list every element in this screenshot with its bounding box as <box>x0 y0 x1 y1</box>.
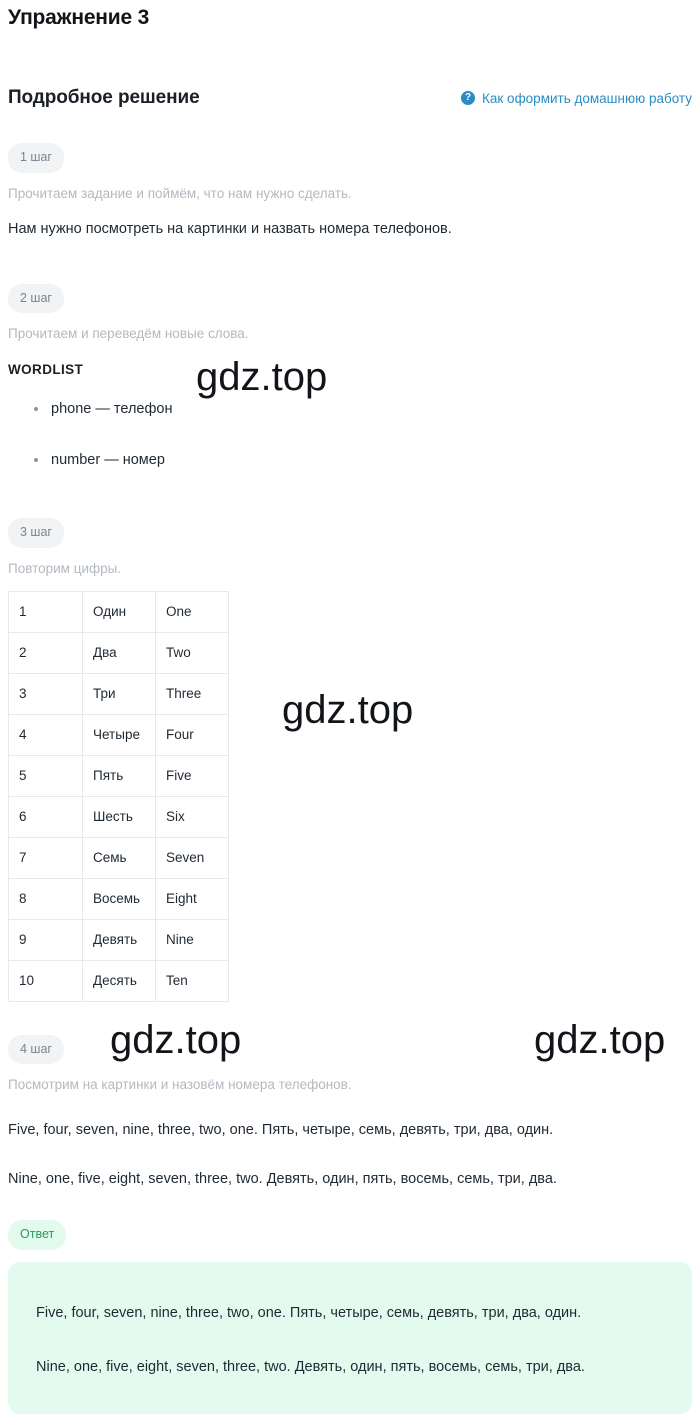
table-row: 8 Восемь Eight <box>8 877 229 920</box>
step-3-block: 3 шаг Повторим цифры. 1 Один One 2 Два T… <box>8 518 692 1002</box>
how-to-format-homework-label: Как оформить домашнюю работу <box>482 90 692 106</box>
cell-english: Four <box>155 713 229 756</box>
cell-russian: Один <box>82 590 156 633</box>
cell-digit: 5 <box>8 754 83 797</box>
step-4-badge: 4 шаг <box>8 1034 64 1064</box>
table-row: 9 Девять Nine <box>8 918 229 961</box>
table-row: 1 Один One <box>8 590 229 633</box>
numbers-table: 1 Один One 2 Два Two 3 Три Three 4 Четыр… <box>8 590 229 1002</box>
step-4-hint: Посмотрим на картинки и назовём номера т… <box>8 1077 352 1092</box>
question-circle-icon: ? <box>461 91 476 105</box>
cell-russian: Три <box>82 672 156 715</box>
cell-digit: 6 <box>8 795 83 838</box>
answer-block: Ответ Five, four, seven, nine, three, tw… <box>8 1220 692 1414</box>
step-1-hint: Прочитаем задание и поймём, что нам нужн… <box>8 185 352 201</box>
cell-english: Two <box>155 631 229 674</box>
step-1-block: 1 шаг Прочитаем задание и поймём, что на… <box>8 143 692 239</box>
cell-digit: 3 <box>8 672 83 715</box>
solution-heading: Подробное решение <box>8 87 200 108</box>
step-4-line-2: Nine, one, five, eight, seven, three, tw… <box>8 1171 557 1187</box>
table-row: 10 Десять Ten <box>8 959 229 1002</box>
how-to-format-homework-link[interactable]: ? Как оформить домашнюю работу <box>461 91 692 106</box>
cell-russian: Семь <box>82 836 156 879</box>
page-title: Упражнение 3 <box>8 6 150 29</box>
list-item: number — номер <box>8 450 692 470</box>
cell-english: Ten <box>155 959 229 1002</box>
cell-english: Nine <box>155 918 229 961</box>
answer-badge: Ответ <box>8 1220 67 1250</box>
step-2-hint: Прочитаем и переведём новые слова. <box>8 326 249 341</box>
cell-russian: Четыре <box>82 713 156 756</box>
cell-digit: 10 <box>8 959 83 1002</box>
answer-line-1: Five, four, seven, nine, three, two, one… <box>36 1304 582 1321</box>
table-row: 7 Семь Seven <box>8 836 229 879</box>
wordlist: phone — телефон number — номер <box>8 399 692 470</box>
cell-digit: 2 <box>8 631 83 674</box>
table-row: 3 Три Three <box>8 672 229 715</box>
cell-russian: Два <box>82 631 156 674</box>
cell-digit: 9 <box>8 918 83 961</box>
cell-russian: Восемь <box>82 877 156 920</box>
table-row: 2 Два Two <box>8 631 229 674</box>
step-2-badge: 2 шаг <box>8 283 64 313</box>
step-3-hint: Повторим цифры. <box>8 560 122 576</box>
answer-line-2: Nine, one, five, eight, seven, three, tw… <box>36 1358 585 1375</box>
cell-russian: Шесть <box>82 795 156 838</box>
answer-box: Five, four, seven, nine, three, two, one… <box>8 1261 692 1414</box>
cell-russian: Девять <box>82 918 156 961</box>
cell-english: Five <box>155 754 229 797</box>
solution-page: Упражнение 3 Подробное решение ? Как офо… <box>0 0 700 1428</box>
cell-digit: 7 <box>8 836 83 879</box>
cell-english: Three <box>155 672 229 715</box>
cell-digit: 1 <box>8 590 83 633</box>
cell-english: Six <box>155 795 229 838</box>
cell-russian: Десять <box>82 959 156 1002</box>
step-2-block: 2 шаг Прочитаем и переведём новые слова.… <box>8 283 692 471</box>
solution-header: Подробное решение ? Как оформить домашню… <box>8 83 692 113</box>
cell-digit: 8 <box>8 877 83 920</box>
table-row: 5 Пять Five <box>8 754 229 797</box>
cell-russian: Пять <box>82 754 156 797</box>
step-1-badge: 1 шаг <box>8 143 64 173</box>
cell-english: Seven <box>155 836 229 879</box>
step-4-block: 4 шаг Посмотрим на картинки и назовём но… <box>8 1034 692 1190</box>
cell-english: One <box>155 590 229 633</box>
table-row: 4 Четыре Four <box>8 713 229 756</box>
table-row: 6 Шесть Six <box>8 795 229 838</box>
cell-english: Eight <box>155 877 229 920</box>
step-4-line-1: Five, four, seven, nine, three, two, one… <box>8 1122 554 1138</box>
cell-digit: 4 <box>8 713 83 756</box>
list-item: phone — телефон <box>8 399 692 419</box>
wordlist-title: WORDLIST <box>8 362 84 377</box>
step-1-text: Нам нужно посмотреть на картинки и назва… <box>8 220 452 237</box>
step-3-badge: 3 шаг <box>8 518 64 548</box>
